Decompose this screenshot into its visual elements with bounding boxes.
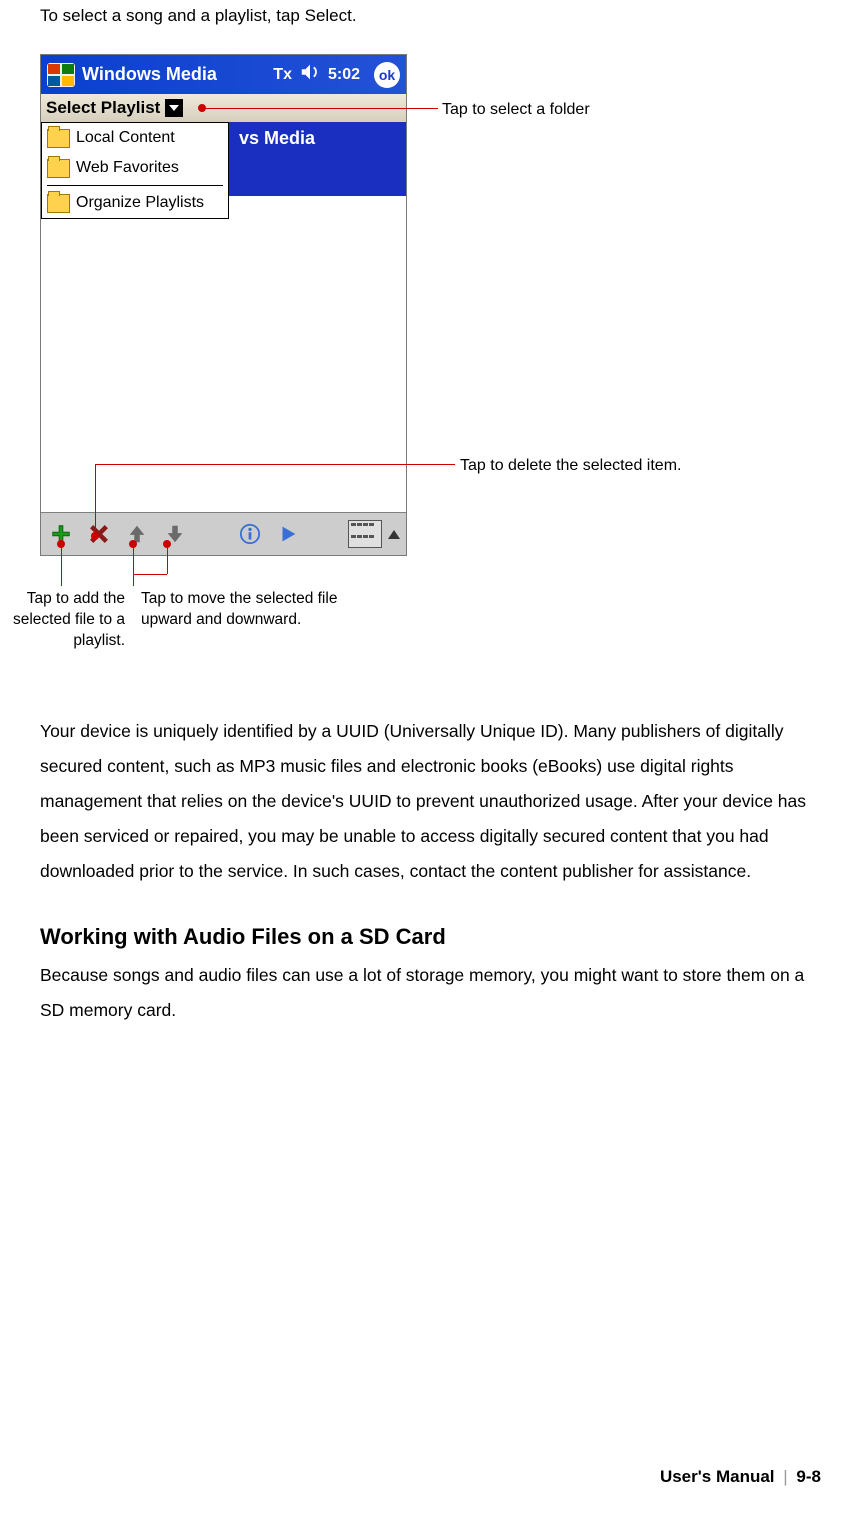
info-button[interactable]	[236, 520, 264, 548]
dropdown-label: Organize Playlists	[76, 194, 204, 212]
windows-flag-icon	[47, 63, 75, 87]
dropdown-item-local[interactable]: Local Content	[42, 123, 228, 153]
callout-add: Tap to add the selected file to a playli…	[0, 589, 125, 652]
callout-line	[61, 544, 62, 586]
uuid-paragraph: Your device is uniquely identified by a …	[40, 714, 821, 889]
move-up-button[interactable]	[123, 520, 151, 548]
screenshot-figure: Windows Media Tx 5:02 ok Select Playlist	[40, 54, 821, 654]
chevron-down-icon[interactable]	[165, 99, 183, 117]
delete-button[interactable]	[85, 520, 113, 548]
titlebar: Windows Media Tx 5:02 ok	[41, 55, 406, 94]
folder-icon	[47, 194, 70, 213]
footer-label: User's Manual	[660, 1467, 775, 1486]
playlist-select-label: Select Playlist	[46, 98, 160, 118]
sip-up-icon[interactable]	[388, 530, 400, 539]
callout-delete: Tap to delete the selected item.	[460, 455, 681, 477]
speaker-icon	[299, 61, 321, 88]
dropdown-label: Web Favorites	[76, 159, 179, 177]
callout-line	[167, 544, 168, 574]
app-banner: vs Media	[227, 122, 406, 196]
play-button[interactable]	[274, 520, 302, 548]
folder-icon	[47, 129, 70, 148]
folder-icon	[47, 159, 70, 178]
dropdown-label: Local Content	[76, 129, 175, 147]
time-label: 5:02	[328, 66, 360, 84]
dropdown-item-webfav[interactable]: Web Favorites	[42, 153, 228, 183]
keyboard-button[interactable]	[348, 520, 382, 548]
callout-line	[202, 108, 438, 109]
signal-label: Tx	[273, 66, 292, 84]
callout-line	[133, 574, 167, 575]
dropdown-divider	[47, 185, 223, 186]
callout-move: Tap to move the selected file upward and…	[141, 589, 361, 652]
below-captions: Tap to add the selected file to a playli…	[0, 589, 361, 652]
sdcard-paragraph: Because songs and audio files can use a …	[40, 958, 821, 1028]
callout-line	[95, 464, 455, 465]
status-area: Tx 5:02 ok	[273, 61, 400, 88]
app-banner-text: vs Media	[239, 128, 315, 149]
page-footer: User's Manual | 9-8	[660, 1467, 821, 1487]
footer-page: 9-8	[796, 1467, 821, 1486]
callout-select-folder: Tap to select a folder	[442, 99, 590, 121]
intro-text: To select a song and a playlist, tap Sel…	[40, 6, 821, 26]
section-heading-sdcard: Working with Audio Files on a SD Card	[40, 924, 821, 950]
callout-line	[133, 544, 134, 586]
app-title: Windows Media	[82, 64, 273, 85]
ok-button[interactable]: ok	[374, 62, 400, 88]
dropdown-item-organize[interactable]: Organize Playlists	[42, 188, 228, 218]
playlist-dropdown: Local Content Web Favorites Organize Pla…	[41, 122, 229, 219]
footer-separator: |	[779, 1467, 791, 1486]
callout-line	[95, 464, 96, 536]
